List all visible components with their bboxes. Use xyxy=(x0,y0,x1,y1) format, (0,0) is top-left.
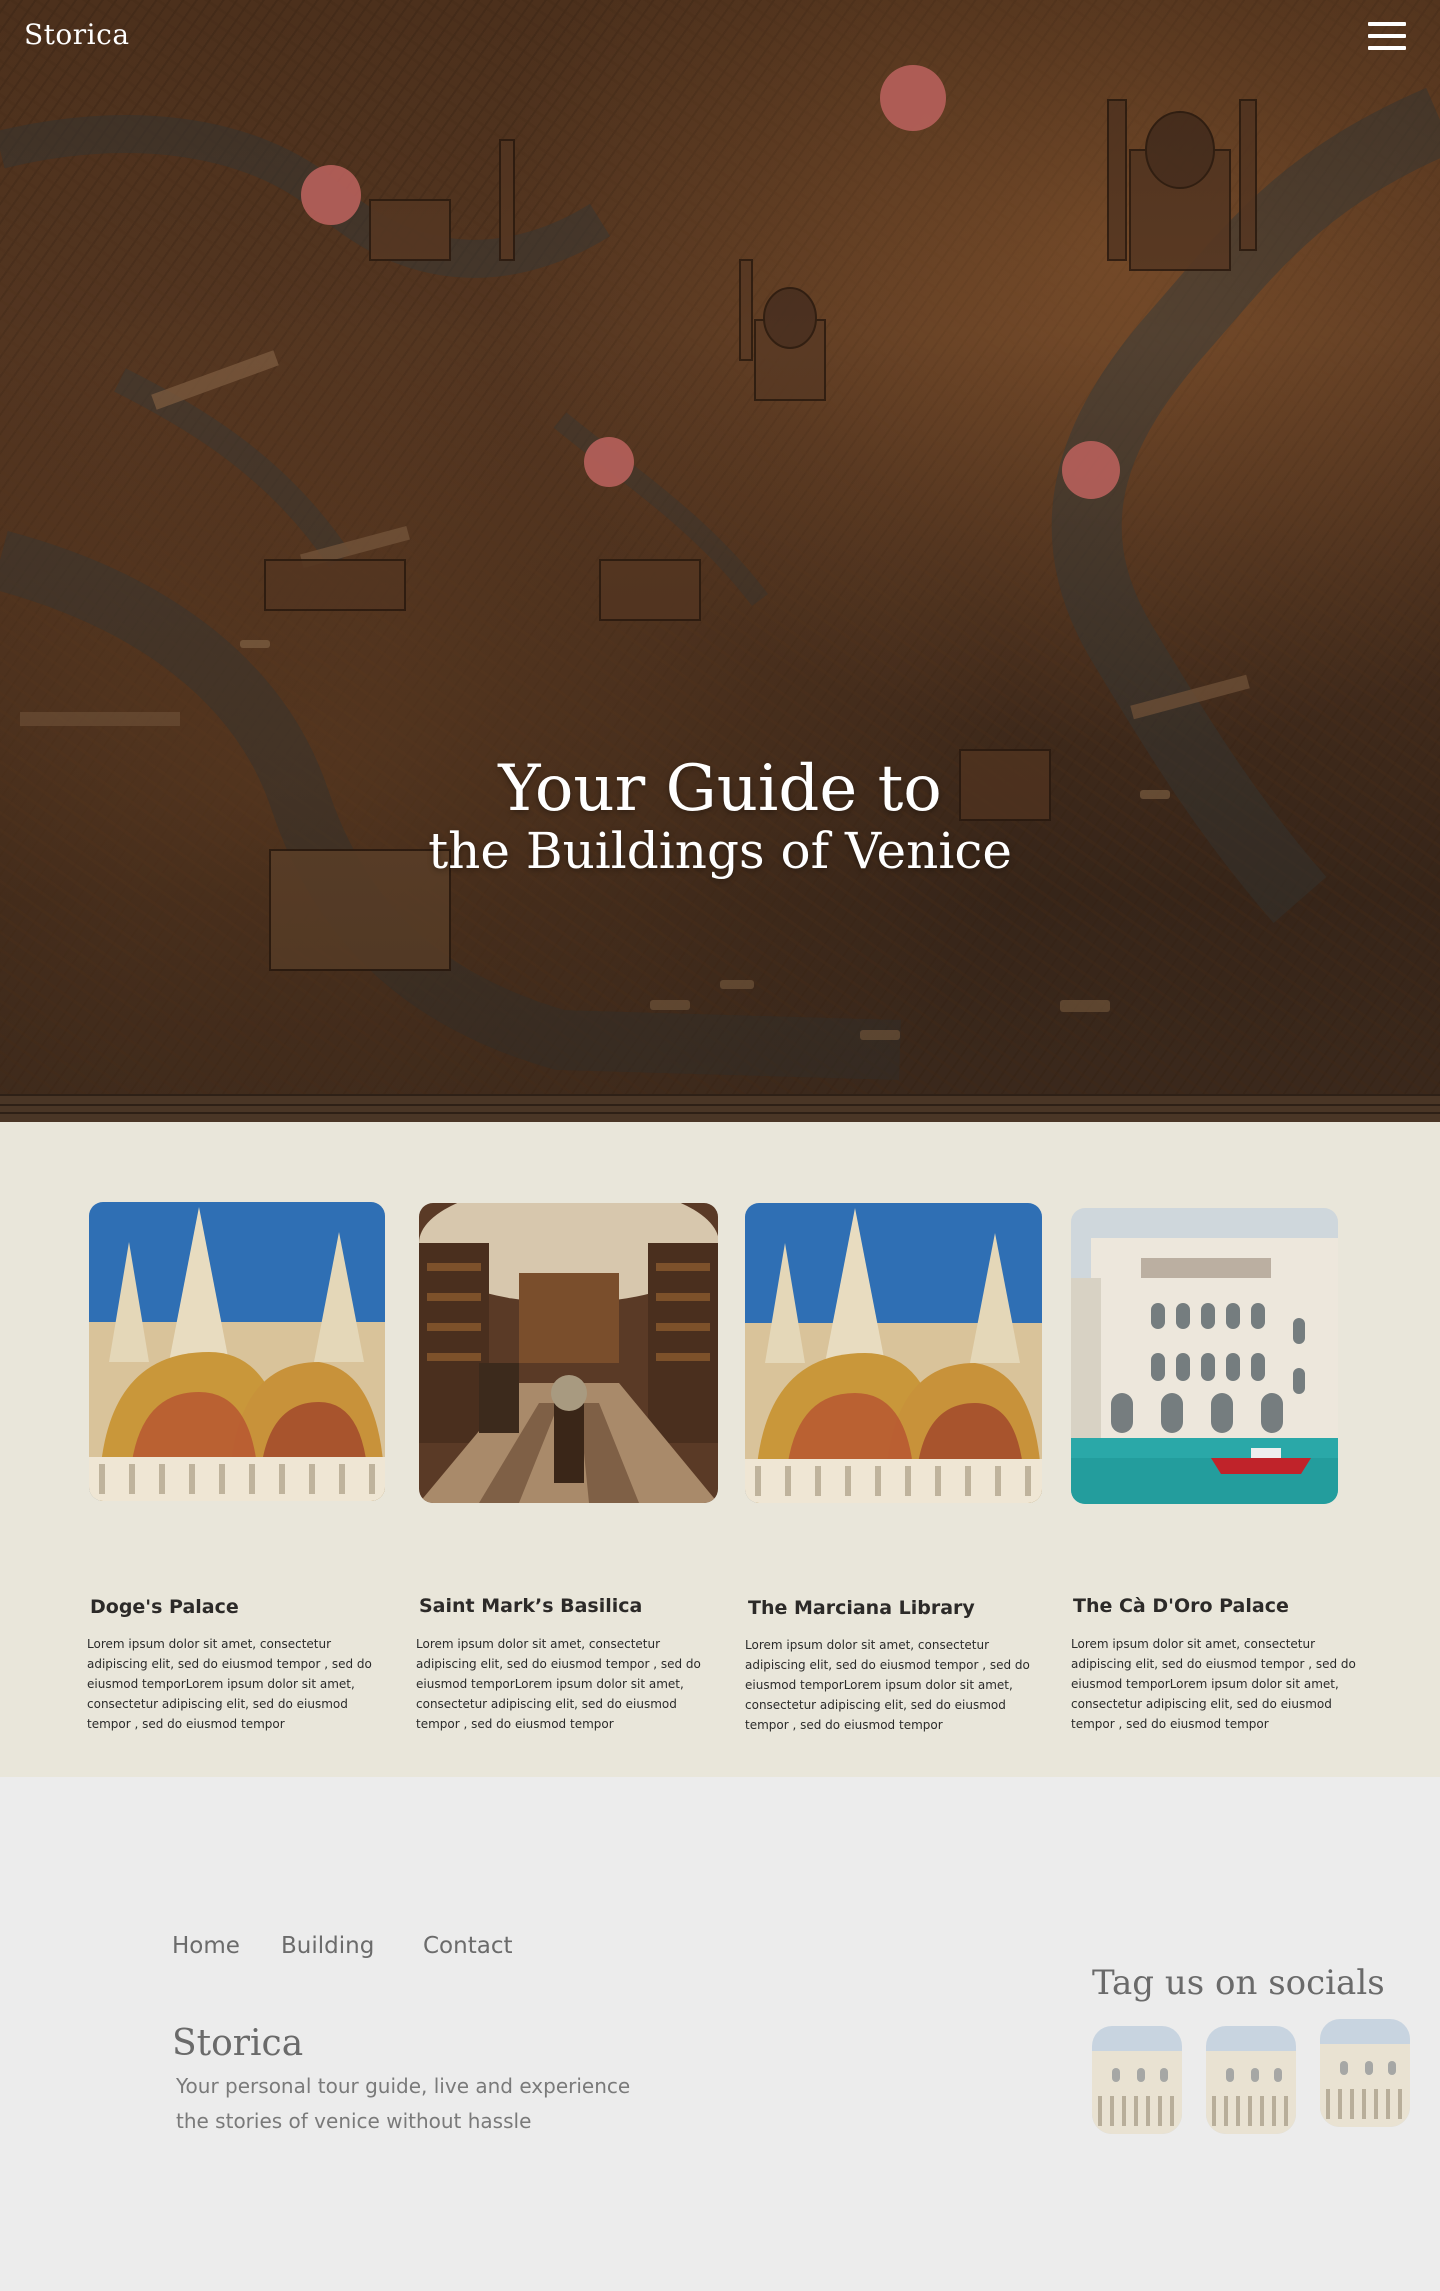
footer-nav-home[interactable]: Home xyxy=(172,1933,240,1959)
building-title[interactable]: The Marciana Library xyxy=(748,1597,975,1619)
site-logo[interactable]: Storica xyxy=(24,18,130,51)
building-title[interactable]: Saint Mark’s Basilica xyxy=(419,1595,642,1617)
footer-nav-contact[interactable]: Contact xyxy=(423,1933,512,1959)
menu-bar xyxy=(1368,34,1406,38)
building-description: Lorem ipsum dolor sit amet, consectetur … xyxy=(1071,1637,1356,1731)
basilica-facade-photo xyxy=(745,1203,1042,1503)
doges-palace-thumbnail[interactable] xyxy=(1320,2019,1410,2127)
building-description: Lorem ipsum dolor sit amet, consectetur … xyxy=(745,1638,1030,1732)
menu-bar xyxy=(1368,22,1406,26)
hamburger-menu-icon[interactable] xyxy=(1368,22,1406,52)
doges-palace-thumbnail[interactable] xyxy=(1206,2026,1296,2134)
buildings-section: Doge's Palace Lorem ipsum dolor sit amet… xyxy=(0,1122,1440,1777)
map-marker-dot[interactable] xyxy=(1062,441,1120,499)
menu-bar xyxy=(1368,46,1406,50)
building-description: Lorem ipsum dolor sit amet, consectetur … xyxy=(416,1637,701,1731)
map-marker-dot[interactable] xyxy=(880,65,946,131)
doges-palace-thumbnail[interactable] xyxy=(1092,2026,1182,2134)
hero-title: Your Guide to xyxy=(498,752,942,826)
footer-brand: Storica xyxy=(172,2023,304,2064)
building-title[interactable]: Doge's Palace xyxy=(90,1596,239,1618)
canal-palace-photo xyxy=(1071,1208,1338,1504)
hero-section: Storica Your Guide to the Buildings of V… xyxy=(0,0,1440,1122)
hero-shade xyxy=(0,0,1440,1122)
basilica-facade-photo xyxy=(89,1202,385,1501)
site-footer: Home Building Contact Storica Your perso… xyxy=(0,1777,1440,2291)
map-marker-dot[interactable] xyxy=(301,165,361,225)
footer-nav-building[interactable]: Building xyxy=(281,1933,374,1959)
building-title[interactable]: The Cà D'Oro Palace xyxy=(1073,1595,1289,1617)
building-description: Lorem ipsum dolor sit amet, consectetur … xyxy=(87,1637,372,1731)
hero-subtitle: the Buildings of Venice xyxy=(428,822,1012,880)
map-marker-dot[interactable] xyxy=(584,437,634,487)
footer-tagline: Your personal tour guide, live and exper… xyxy=(176,2074,631,2133)
hero-bottom-border xyxy=(0,1094,1440,1122)
socials-heading: Tag us on socials xyxy=(1092,1963,1385,2003)
library-interior-photo xyxy=(419,1203,718,1503)
